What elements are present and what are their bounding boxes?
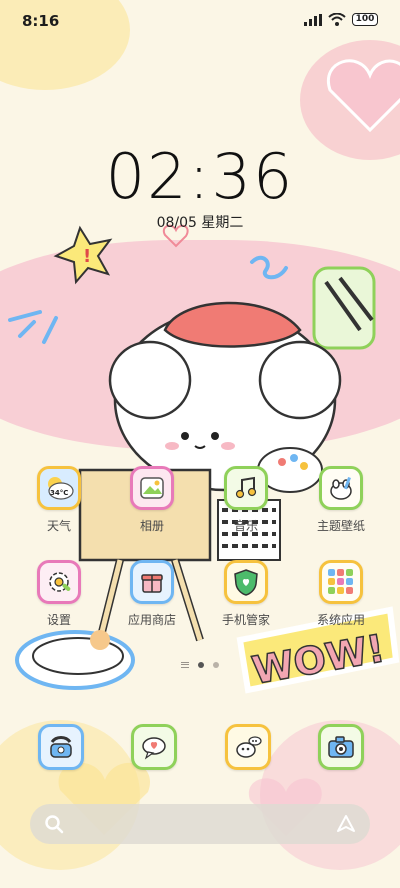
app-app-store[interactable]: 应用商店 [122,560,182,628]
page-indicator[interactable] [0,662,400,668]
app-label: 相册 [139,519,164,533]
app-theme[interactable]: 主题壁纸 [311,466,371,534]
weather-icon: 34°C [37,466,81,510]
battery-icon: 100 [352,13,378,26]
status-icons: 100 [304,13,378,26]
dock-phone[interactable] [38,724,84,770]
app-label: 音乐 [233,519,258,533]
app-weather[interactable]: 34°C 天气 [29,466,89,534]
search-bar[interactable] [30,804,370,844]
camera-icon [328,736,354,758]
app-label: 主题壁纸 [316,519,365,533]
app-label: 系统应用 [316,613,365,627]
dock-messages[interactable] [131,724,177,770]
lockscreen-date: 08/05 星期二 [156,215,244,231]
app-drawer-indicator[interactable] [181,662,189,668]
app-label: 应用商店 [127,613,176,627]
app-label: 天气 [46,519,71,533]
status-time: 8:16 [22,12,60,30]
dock-browser[interactable] [225,724,271,770]
assistant-icon[interactable] [336,814,356,834]
page-dot-1[interactable] [198,662,204,668]
security-icon [224,560,268,604]
wifi-icon [328,13,346,26]
app-settings[interactable]: 设置 [29,560,89,628]
signal-icon [304,13,322,26]
folder-icon [319,560,363,604]
status-bar: 8:16 100 [0,0,400,40]
settings-icon [37,560,81,604]
app-label: 设置 [46,613,71,627]
search-icon [45,815,64,834]
gallery-icon [130,466,174,510]
app-system-folder[interactable]: 系统应用 [311,560,371,628]
svg-text:34°C: 34°C [50,489,68,497]
music-icon [224,466,268,510]
app-gallery[interactable]: 相册 [122,466,182,534]
phone-icon [50,736,72,758]
app-label: 手机管家 [221,613,270,627]
svg-text:!: ! [83,246,91,267]
dock-camera[interactable] [318,724,364,770]
app-store-icon [130,560,174,604]
lockscreen-clock: 02:36 [105,140,295,213]
app-security[interactable]: 手机管家 [216,560,276,628]
app-music[interactable]: 音乐 [216,466,276,534]
theme-icon [319,466,363,510]
browser-icon [236,736,262,758]
messages-icon [142,737,166,760]
page-dot-2[interactable] [213,662,219,668]
